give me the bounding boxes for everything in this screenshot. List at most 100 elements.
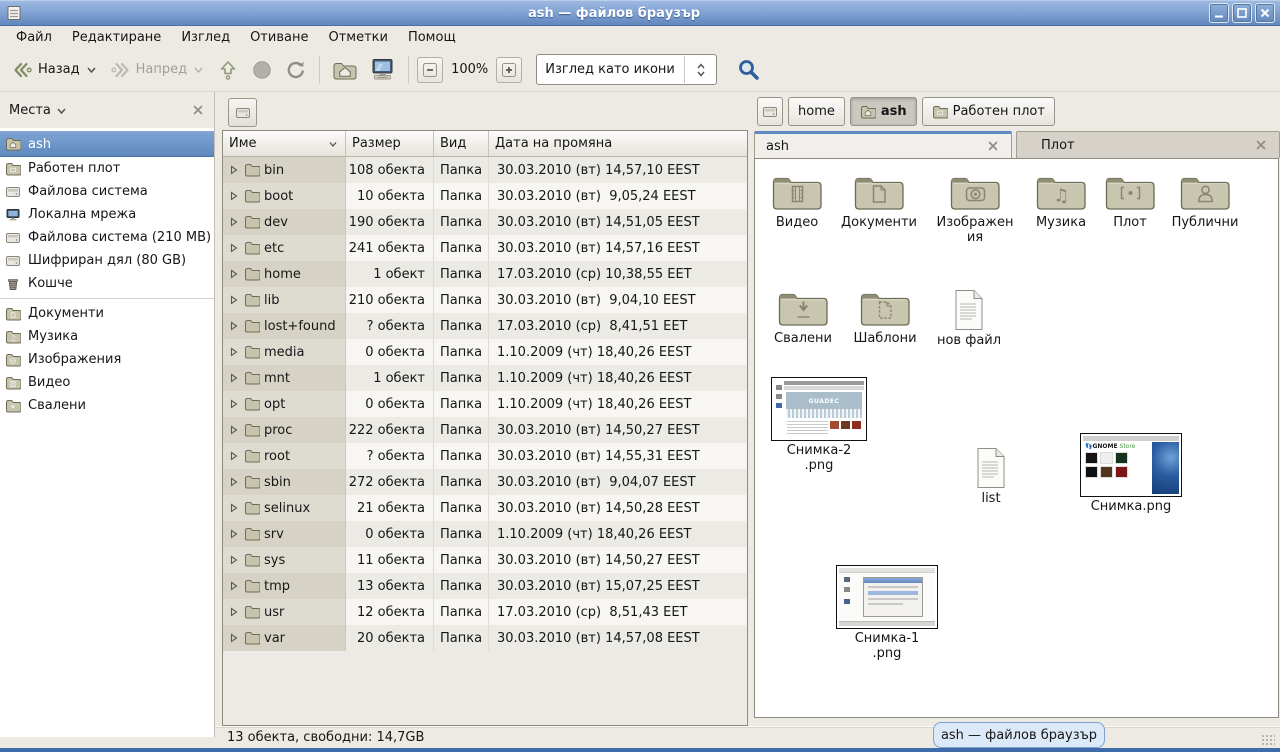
chevron-down-icon[interactable]: [192, 63, 205, 76]
tree-row[interactable]: srv0 обектаПапка1.10.2009 (чт) 18,40,26 …: [223, 521, 747, 547]
minimize-button[interactable]: [1209, 3, 1229, 23]
zoom-out-button[interactable]: [417, 57, 443, 83]
back-button[interactable]: Назад: [6, 56, 104, 84]
tree-row[interactable]: lib210 обектаПапка30.03.2010 (вт) 9,04,1…: [223, 287, 747, 313]
expander-icon[interactable]: [228, 371, 240, 385]
icon-view-item[interactable]: Документи: [833, 173, 925, 231]
tree-row[interactable]: selinux21 обектаПапка30.03.2010 (вт) 14,…: [223, 495, 747, 521]
tree-row[interactable]: home1 обектПапка17.03.2010 (ср) 10,38,55…: [223, 261, 747, 287]
tree-row[interactable]: var20 обектаПапка30.03.2010 (вт) 14,57,0…: [223, 625, 747, 651]
column-header[interactable]: Дата на промяна: [489, 131, 747, 156]
up-button[interactable]: [211, 55, 245, 85]
expander-icon[interactable]: [228, 267, 240, 281]
expander-icon[interactable]: [228, 293, 240, 307]
tree-row[interactable]: sbin272 обектаПапка30.03.2010 (вт) 9,04,…: [223, 469, 747, 495]
breadcrumb-button[interactable]: [757, 97, 783, 126]
search-button[interactable]: [731, 54, 767, 86]
taskbar-window-button[interactable]: ash — файлов браузър: [933, 722, 1105, 748]
tab[interactable]: Плот: [1016, 131, 1280, 158]
expander-icon[interactable]: [228, 319, 240, 333]
expander-icon[interactable]: [228, 605, 240, 619]
icon-view-item[interactable]: Видео: [755, 173, 839, 231]
zoom-in-button[interactable]: [496, 57, 522, 83]
sidebar-item[interactable]: Шифриран дял (80 GB): [0, 249, 214, 272]
expander-icon[interactable]: [228, 527, 240, 541]
tree-row[interactable]: dev190 обектаПапка30.03.2010 (вт) 14,51,…: [223, 209, 747, 235]
icon-view-item[interactable]: нов файл: [927, 289, 1011, 349]
tree-row[interactable]: boot10 обектаПапка30.03.2010 (вт) 9,05,2…: [223, 183, 747, 209]
expander-icon[interactable]: [228, 475, 240, 489]
menu-go[interactable]: Отиване: [240, 28, 318, 47]
icon-view-item[interactable]: Плот: [1097, 173, 1163, 231]
tree-row[interactable]: proc222 обектаПапка30.03.2010 (вт) 14,50…: [223, 417, 747, 443]
forward-button[interactable]: Напред: [104, 56, 211, 84]
tree-row[interactable]: usr12 обектаПапка17.03.2010 (ср) 8,51,43…: [223, 599, 747, 625]
column-header[interactable]: Размер: [346, 131, 434, 156]
places-header-label[interactable]: Места: [9, 103, 51, 118]
expander-icon[interactable]: [228, 345, 240, 359]
sidebar-item[interactable]: Файлова система: [0, 180, 214, 203]
menu-file[interactable]: Файл: [6, 28, 62, 47]
menu-edit[interactable]: Редактиране: [62, 28, 171, 47]
close-tab-icon[interactable]: [986, 139, 1000, 153]
tree-row[interactable]: root? обектаПапка30.03.2010 (вт) 14,55,3…: [223, 443, 747, 469]
tab[interactable]: ash: [754, 131, 1012, 158]
menu-bookmarks[interactable]: Отметки: [318, 28, 397, 47]
expander-icon[interactable]: [228, 423, 240, 437]
maximize-button[interactable]: [1232, 3, 1252, 23]
expander-icon[interactable]: [228, 241, 240, 255]
tree-row[interactable]: media0 обектаПапка1.10.2009 (чт) 18,40,2…: [223, 339, 747, 365]
expander-icon[interactable]: [228, 449, 240, 463]
chevron-down-icon[interactable]: [85, 63, 98, 76]
tree-row[interactable]: mnt1 обектПапка1.10.2009 (чт) 18,40,26 E…: [223, 365, 747, 391]
tree-row[interactable]: etc241 обектаПапка30.03.2010 (вт) 14,57,…: [223, 235, 747, 261]
icon-view-item[interactable]: ♫Музика: [1017, 173, 1105, 231]
icon-view-item[interactable]: Свалени: [761, 289, 845, 347]
titlebar[interactable]: ash — файлов браузър: [0, 0, 1280, 26]
computer-button[interactable]: [364, 54, 402, 85]
icon-view-item[interactable]: 👣GNOME StoreСнимка.png: [1079, 433, 1183, 515]
sidebar-item[interactable]: Документи: [0, 302, 214, 325]
icon-view-item[interactable]: GUADECСнимка-2.png: [769, 377, 869, 474]
stop-button[interactable]: [245, 55, 279, 85]
expander-icon[interactable]: [228, 631, 240, 645]
icon-view-item[interactable]: list: [949, 447, 1033, 507]
sidebar-item[interactable]: Кошче: [0, 272, 214, 295]
breadcrumb-button[interactable]: ash: [850, 97, 917, 126]
column-header[interactable]: Вид: [434, 131, 489, 156]
home-button[interactable]: [326, 55, 364, 85]
sidebar-item[interactable]: Работен плот: [0, 157, 214, 180]
expander-icon[interactable]: [228, 579, 240, 593]
icon-view-item[interactable]: Снимка-1.png: [835, 565, 939, 662]
sidebar-item[interactable]: Видео: [0, 371, 214, 394]
sidebar-item[interactable]: Локална мрежа: [0, 203, 214, 226]
view-mode-select[interactable]: Изглед като икони: [536, 54, 717, 85]
expander-icon[interactable]: [228, 215, 240, 229]
expander-icon[interactable]: [228, 553, 240, 567]
tree-row[interactable]: sys11 обектаПапка30.03.2010 (вт) 14,50,2…: [223, 547, 747, 573]
sidebar-item[interactable]: Изображения: [0, 348, 214, 371]
sidebar-item[interactable]: ash: [0, 131, 214, 157]
icon-view-item[interactable]: Изображения: [923, 173, 1027, 246]
expander-icon[interactable]: [228, 163, 240, 177]
breadcrumb-root-button[interactable]: [228, 98, 257, 127]
tree-row[interactable]: opt0 обектаПапка1.10.2009 (чт) 18,40,26 …: [223, 391, 747, 417]
column-header[interactable]: Име: [223, 131, 346, 156]
sidebar-item[interactable]: Свалени: [0, 394, 214, 417]
sidebar-item[interactable]: Файлова система (210 MB): [0, 226, 214, 249]
icon-view-item[interactable]: Публични: [1161, 173, 1249, 231]
close-button[interactable]: [1255, 3, 1275, 23]
reload-button[interactable]: [279, 55, 313, 85]
tree-row[interactable]: bin108 обектаПапка30.03.2010 (вт) 14,57,…: [223, 157, 747, 183]
tree-row[interactable]: lost+found? обектаПапка17.03.2010 (ср) 8…: [223, 313, 747, 339]
menu-help[interactable]: Помощ: [398, 28, 466, 47]
menu-view[interactable]: Изглед: [171, 28, 240, 47]
expander-icon[interactable]: [228, 189, 240, 203]
sidebar-item[interactable]: ♫Музика: [0, 325, 214, 348]
resize-grip[interactable]: [1261, 734, 1275, 746]
expander-icon[interactable]: [228, 501, 240, 515]
chevron-down-icon[interactable]: [55, 104, 68, 117]
breadcrumb-button[interactable]: Работен плот: [922, 97, 1055, 126]
close-sidebar-icon[interactable]: [191, 103, 205, 117]
close-tab-icon[interactable]: [1254, 138, 1268, 152]
